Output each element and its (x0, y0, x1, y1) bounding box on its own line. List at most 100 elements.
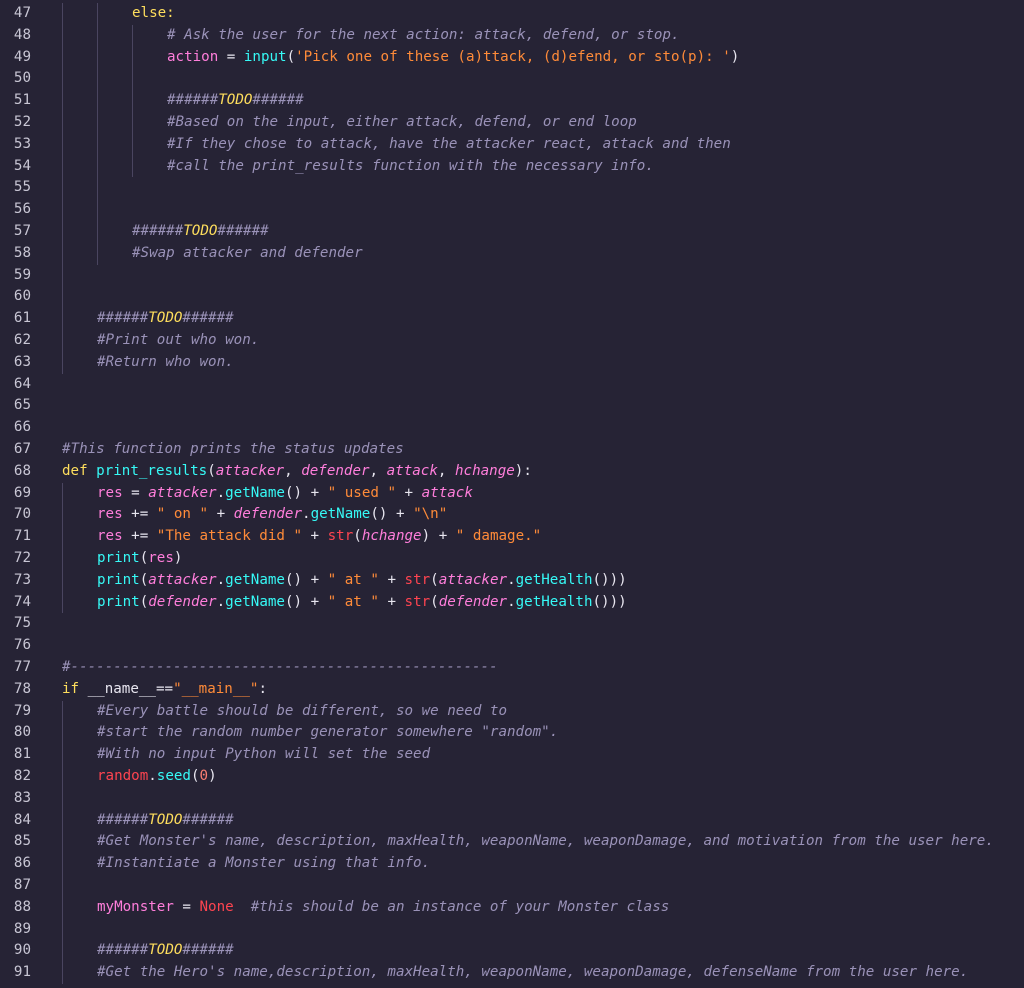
code-line[interactable]: 83 (0, 788, 1024, 810)
code-token: defender (301, 462, 370, 479)
line-number: 64 (13, 375, 31, 392)
code-line[interactable]: 73 print(attacker.getName() + " at " + st… (0, 570, 1024, 592)
line-number: 67 (13, 441, 31, 457)
code-line[interactable]: 55 (0, 177, 1024, 199)
code-token: ###### (97, 942, 149, 959)
code-token: TODO (183, 223, 218, 239)
code-token: . (507, 593, 516, 610)
code-token: #Get Monster's name, description, maxHea… (97, 833, 994, 850)
code-line[interactable]: 66 (0, 417, 1024, 439)
code-line[interactable]: 77 #-------------------------------------… (0, 657, 1024, 679)
code-line[interactable]: 71 res += "The attack did " + str(hchange… (0, 526, 1024, 548)
code-line[interactable]: 70 res += " on " + defender.getName() + "… (0, 504, 1024, 526)
code-token: str (404, 571, 431, 588)
code-line[interactable]: 62 #Print out who won. (0, 330, 1024, 352)
code-token: = (218, 48, 244, 65)
code-token: ( (430, 593, 439, 610)
code-token: str (404, 593, 431, 610)
code-text: #If they chose to attack, have the attac… (167, 134, 731, 156)
code-token: # Ask the user for the next action: atta… (167, 26, 680, 43)
line-number: 74 (13, 593, 31, 610)
code-line[interactable]: 86 #Instantiate a Monster using that info… (0, 853, 1024, 875)
code-line[interactable]: 85 #Get Monster's name, description, maxH… (0, 831, 1024, 853)
code-line[interactable]: 69 res = attacker.getName() + " used " + … (0, 483, 1024, 505)
code-line[interactable]: 49 action = input('Pick one of these (a)t… (0, 47, 1024, 69)
code-line[interactable]: 75 (0, 613, 1024, 635)
code-token: , (369, 462, 387, 479)
code-token: ###### (252, 92, 304, 109)
line-number: 56 (13, 201, 31, 218)
code-line[interactable]: 74 print(defender.getName() + " at " + st… (0, 592, 1024, 614)
code-line[interactable]: 59 (0, 265, 1024, 287)
code-token: #Get the Hero's name,description, maxHea… (97, 964, 969, 981)
code-line[interactable]: 87 (0, 875, 1024, 897)
code-token: () (284, 484, 311, 501)
code-token: , (437, 462, 455, 479)
code-token: print (97, 593, 140, 610)
code-line[interactable]: 58 #Swap attacker and defender (0, 243, 1024, 265)
code-line[interactable]: 51 ######TODO###### (0, 90, 1024, 112)
code-line[interactable]: 64 (0, 374, 1024, 396)
code-text: #Swap attacker and defender (132, 243, 363, 265)
line-number: 59 (13, 266, 31, 283)
code-line[interactable]: 57 ######TODO###### (0, 221, 1024, 243)
code-text: random.seed(0) (97, 766, 217, 788)
code-line[interactable]: 72 print(res) (0, 548, 1024, 570)
code-line[interactable]: 61 ######TODO###### (0, 308, 1024, 330)
code-token: __name__ (87, 680, 156, 697)
code-line[interactable]: 65 (0, 395, 1024, 417)
code-line[interactable]: 63 #Return who won. (0, 352, 1024, 374)
code-text: #This function prints the status updates (62, 439, 404, 461)
code-token: . (216, 484, 226, 501)
code-line[interactable]: 68 def print_results(attacker, defender, … (0, 461, 1024, 483)
code-line[interactable]: 50 (0, 68, 1024, 90)
code-token: : (258, 680, 268, 697)
code-token: #This function prints the status updates (62, 441, 404, 457)
code-text: ######TODO###### (167, 90, 304, 112)
code-line[interactable]: 88 myMonster = None #this should be an in… (0, 897, 1024, 919)
code-token: hchange (361, 528, 422, 545)
code-token: print_results (96, 462, 208, 479)
code-token: ( (207, 462, 216, 479)
code-token: #With no input Python will set the seed (97, 746, 431, 763)
line-number: 63 (13, 353, 31, 370)
line-number: 47 (13, 5, 31, 21)
code-token: = (122, 484, 149, 501)
code-token: . (302, 506, 311, 523)
code-token: ( (139, 550, 149, 566)
code-line[interactable]: 52 #Based on the input, either attack, de… (0, 112, 1024, 134)
code-text: #Every battle should be different, so we… (97, 701, 507, 723)
line-number: 76 (13, 637, 31, 654)
code-line[interactable]: 48 # Ask the user for the next action: at… (0, 25, 1024, 47)
line-number: 91 (13, 964, 31, 981)
code-line[interactable]: 53 #If they chose to attack, have the att… (0, 134, 1024, 156)
code-line[interactable]: 67 #This function prints the status updat… (0, 439, 1024, 461)
line-number: 90 (13, 942, 31, 959)
code-line[interactable]: 84 ######TODO###### (0, 810, 1024, 832)
code-line[interactable]: 76 (0, 635, 1024, 657)
code-token: attacker (148, 484, 217, 501)
code-text: #start the random number generator somew… (97, 722, 558, 744)
code-line[interactable]: 80 #start the random number generator som… (0, 722, 1024, 744)
code-line[interactable]: 91 #Get the Hero's name,description, maxH… (0, 962, 1024, 984)
code-text: print(res) (97, 548, 182, 570)
code-line[interactable]: 79 #Every battle should be different, so … (0, 701, 1024, 723)
code-token: getHealth (515, 571, 593, 588)
code-line[interactable]: 81 #With no input Python will set the see… (0, 744, 1024, 766)
code-line[interactable]: 47 else: (0, 3, 1024, 25)
code-token: myMonster (97, 898, 174, 915)
code-line[interactable]: 89 (0, 919, 1024, 941)
code-token: attacker (148, 571, 217, 588)
code-line[interactable]: 78 if __name__=="__main__": (0, 679, 1024, 701)
code-line[interactable]: 82 random.seed(0) (0, 766, 1024, 788)
code-editor[interactable]: 47 else: 48 # Ask the user for the next act… (0, 0, 1024, 988)
code-text: action = input('Pick one of these (a)tta… (167, 47, 739, 69)
code-line[interactable]: 56 (0, 199, 1024, 221)
code-line[interactable]: 90 ######TODO###### (0, 940, 1024, 962)
code-line[interactable]: 54 #call the print_results function with … (0, 156, 1024, 178)
code-token: "\n" (413, 506, 448, 523)
line-number: 71 (13, 528, 31, 545)
code-text: #call the print_results function with th… (167, 156, 654, 178)
code-text: #---------------------------------------… (62, 657, 498, 679)
code-line[interactable]: 60 (0, 286, 1024, 308)
